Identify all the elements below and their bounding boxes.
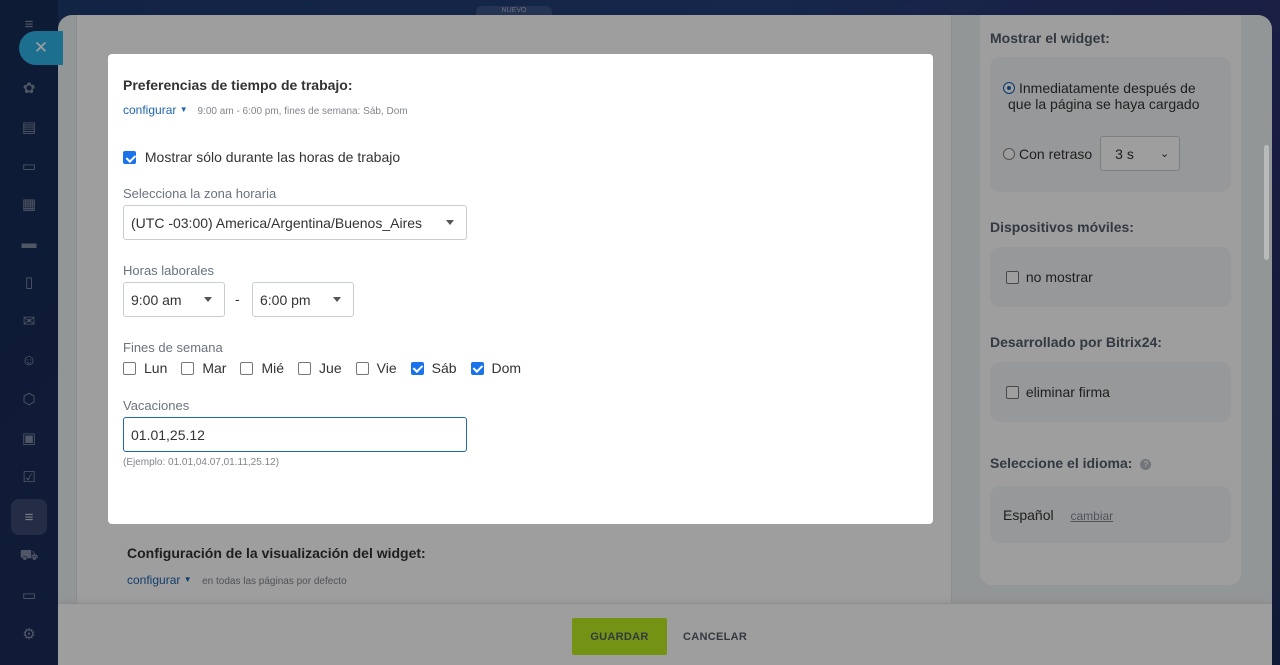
chevron-down-icon: ▼ [179,105,188,114]
modal-configure-row: configurar ▼ 9:00 am - 6:00 pm, fines de… [123,101,408,117]
day-dom[interactable]: Dom [470,360,522,376]
day-label: Jue [319,360,342,376]
modal-title: Preferencias de tiempo de trabajo: [123,77,353,93]
working-time-modal: Preferencias de tiempo de trabajo: confi… [108,54,933,524]
day-label: Dom [491,360,522,376]
day-lun[interactable]: Lun [123,360,167,376]
day-checkbox[interactable] [123,361,136,375]
day-jue[interactable]: Jue [298,360,342,376]
day-label: Lun [144,360,168,376]
weekends-label: Fines de semana [123,340,223,355]
modal-configure-link[interactable]: configurar ▼ [123,103,188,117]
vacations-label: Vacaciones [123,398,190,413]
vacations-hint: (Ejemplo: 01.01,04.07,01.11,25.12) [123,457,280,468]
timezone-select[interactable]: (UTC -03:00) America/Argentina/Buenos_Ai… [123,205,467,240]
weekend-days: Lun Mar Mié Jue Vie Sáb Dom [123,360,535,376]
hours-from-value: 9:00 am [131,291,182,308]
day-label: Mié [261,360,285,376]
show-only-working-hours-row[interactable]: Mostrar sólo durante las horas de trabaj… [123,149,400,165]
dropdown-arrow-icon [333,297,341,302]
scrollbar-thumb[interactable] [1264,145,1269,260]
day-vie[interactable]: Vie [355,360,397,376]
vacations-input[interactable]: 01.01,25.12 [123,417,467,452]
day-checkbox[interactable] [470,361,484,375]
show-only-working-hours-checkbox[interactable] [123,151,136,164]
timezone-value: (UTC -03:00) America/Argentina/Buenos_Ai… [131,214,423,231]
day-checkbox[interactable] [298,361,312,375]
day-label: Vie [376,360,397,376]
hours-to-value: 6:00 pm [260,291,311,308]
day-mar[interactable]: Mar [181,360,226,376]
day-label: Mar [202,360,227,376]
day-checkbox[interactable] [181,361,195,375]
hours-to-select[interactable]: 6:00 pm [252,282,354,317]
day-checkbox[interactable] [355,361,369,375]
working-hours-label: Horas laborales [123,263,215,278]
day-checkbox[interactable] [240,361,254,375]
day-mie[interactable]: Mié [240,360,284,376]
dropdown-arrow-icon [446,220,454,225]
day-sab[interactable]: Sáb [410,360,457,376]
hours-from-select[interactable]: 9:00 am [123,282,225,317]
modal-summary: 9:00 am - 6:00 pm, fines de semana: Sáb,… [197,106,408,117]
day-label: Sáb [431,360,457,376]
dropdown-arrow-icon [204,297,212,302]
timezone-label: Selecciona la zona horaria [123,186,277,201]
show-only-working-hours-label: Mostrar sólo durante las horas de trabaj… [144,149,401,165]
day-checkbox[interactable] [410,361,424,375]
hours-separator: - [235,291,240,307]
